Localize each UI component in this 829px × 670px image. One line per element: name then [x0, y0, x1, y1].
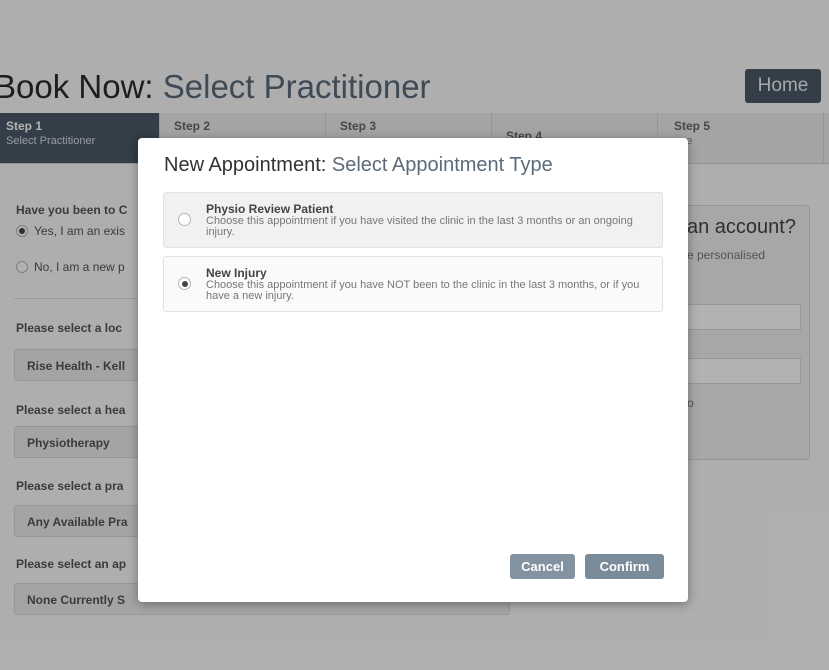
- physio-review-radio[interactable]: [178, 213, 191, 226]
- appointment-option-physio-review[interactable]: Physio Review Patient Choose this appoin…: [163, 192, 663, 248]
- confirm-button[interactable]: Confirm: [585, 554, 664, 579]
- new-injury-title: New Injury: [206, 266, 267, 280]
- dialog-title-prefix: New Appointment:: [164, 154, 332, 176]
- new-injury-desc: Choose this appointment if you have NOT …: [206, 279, 640, 302]
- physio-review-desc: Choose this appointment if you have visi…: [206, 215, 633, 238]
- dialog-title: New Appointment: Select Appointment Type: [164, 154, 553, 177]
- new-injury-radio[interactable]: [178, 277, 191, 290]
- dialog-title-accent: Select Appointment Type: [331, 154, 553, 176]
- cancel-button[interactable]: Cancel: [510, 554, 575, 579]
- appointment-type-dialog: New Appointment: Select Appointment Type…: [138, 138, 688, 602]
- physio-review-title: Physio Review Patient: [206, 202, 334, 216]
- appointment-option-new-injury[interactable]: New Injury Choose this appointment if yo…: [163, 256, 663, 312]
